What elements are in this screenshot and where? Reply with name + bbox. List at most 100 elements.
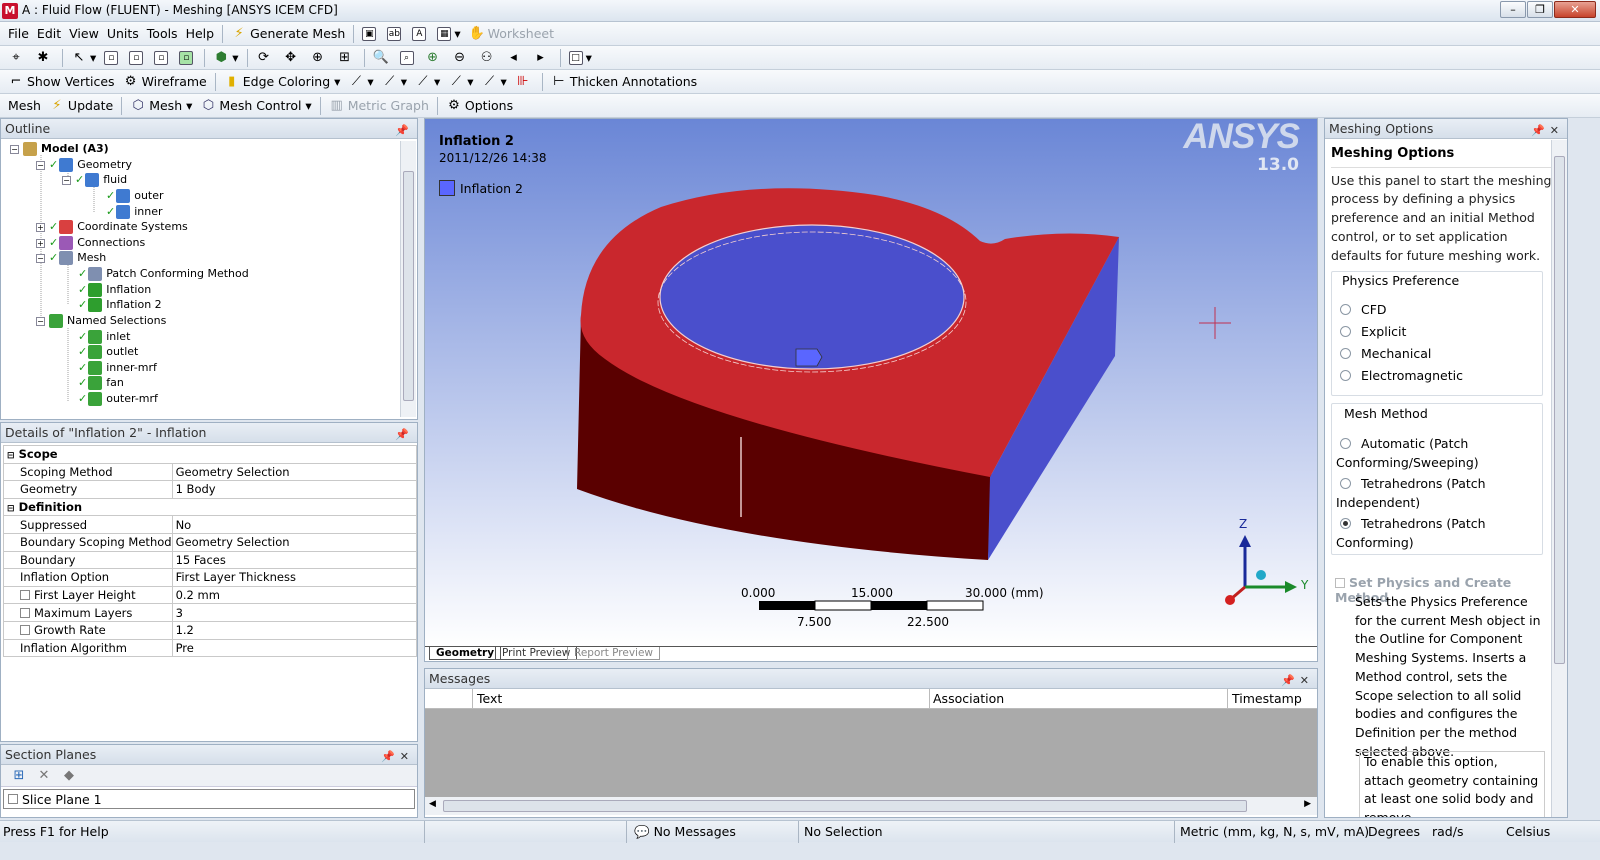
row-value[interactable]: 0.2 mm [171,585,418,605]
row-value[interactable]: Pre [171,638,418,658]
edit-section-icon[interactable]: ◆ [61,768,77,784]
column-text[interactable]: Text [477,691,502,706]
slice-plane-item[interactable]: Slice Plane 1 [3,789,415,809]
screenshot-button[interactable]: ▣ [358,24,383,44]
tree-node-inflation[interactable]: ✓ Inflation [78,282,151,298]
close-icon[interactable]: ✕ [400,747,409,767]
tree-node-patch-conforming[interactable]: ✓ Patch Conforming Method [78,266,249,282]
pointer-button[interactable]: ↖ ▾ [67,48,100,68]
edge-option-2-button[interactable]: ⟋ ▾ [378,72,411,92]
app-icon[interactable]: M [2,3,18,19]
tab-report-preview[interactable]: Report Preview [567,647,661,660]
radio-icon[interactable] [1340,304,1351,315]
options-button[interactable]: ⚙ Options [442,96,517,116]
edge-coloring-button[interactable]: ▮ Edge Coloring ▾ [220,72,345,92]
radio-icon[interactable] [1340,438,1351,449]
tab-geometry[interactable]: Geometry [429,647,502,660]
collapse-icon[interactable]: − [36,253,45,263]
tree-node-fan[interactable]: ✓ fan [78,375,124,391]
status-messages[interactable]: 💬 No Messages [634,824,736,840]
menu-edit[interactable]: Edit [33,24,65,44]
maximize-button[interactable]: ❐ [1527,1,1553,18]
zoom-extents-button[interactable]: ⌕ [396,48,421,68]
menu-view[interactable]: View [65,24,103,44]
tree-node-fluid[interactable]: − ✓ fluid [62,172,127,188]
select-edge-button[interactable]: ▫ [125,48,150,68]
physics-electromagnetic-option[interactable]: Electromagnetic [1340,368,1463,383]
pin-icon[interactable]: 📌 [395,425,409,445]
select-point-button[interactable]: ⌖ [4,48,31,68]
close-icon[interactable]: ✕ [1300,671,1309,691]
scroll-right-icon[interactable]: ▶ [1304,799,1311,809]
scroll-thumb[interactable] [403,171,414,401]
radio-selected-icon[interactable] [1340,518,1351,529]
pin-icon[interactable]: 📌 [381,747,395,767]
details-row[interactable]: Inflation Algorithm Pre [3,638,418,658]
column-timestamp[interactable]: Timestamp [1232,691,1302,706]
abc-button[interactable]: ab [383,24,408,44]
pin-icon[interactable]: 📌 [1531,121,1545,141]
method-tetra-conforming-option[interactable]: Tetrahedrons (Patch Conforming) [1336,514,1536,552]
details-section-scope[interactable]: ⊟ Scope [3,445,417,464]
details-row[interactable]: Scoping Method Geometry Selection [3,462,418,482]
annotation-button[interactable]: A [408,24,433,44]
close-button[interactable]: ✕ [1554,1,1596,18]
wireframe-button[interactable]: ⚙ Wireframe [119,72,211,92]
worksheet-button[interactable]: ✋ Worksheet [465,24,558,44]
zoom-button[interactable]: ⊕ [306,48,333,68]
mesh-menu-button[interactable]: ⬡ Mesh ▾ [126,96,196,116]
update-button[interactable]: ⚡ Update [45,96,117,116]
viewport-button[interactable]: □ ▾ [565,48,596,68]
physics-mechanical-option[interactable]: Mechanical [1340,346,1431,361]
status-rads[interactable]: rad/s [1432,824,1463,839]
tree-node-inflation-2[interactable]: ✓ Inflation 2 [78,297,162,313]
details-row[interactable]: Inflation Option First Layer Thickness [3,568,418,587]
details-row[interactable]: Boundary 15 Faces [3,550,418,570]
previous-view-button[interactable]: ◂ [502,48,529,68]
parameter-checkbox[interactable] [20,625,30,636]
pin-icon[interactable]: 📌 [395,121,409,141]
geometry-canvas[interactable] [425,119,1318,647]
magnifier-button[interactable]: ⚇ [475,48,502,68]
select-extend-button[interactable]: ✱ [31,48,58,68]
edge-option-3-button[interactable]: ⟋ ▾ [411,72,444,92]
menu-help[interactable]: Help [182,24,219,44]
set-physics-checkbox[interactable] [1335,578,1345,588]
details-row[interactable]: First Layer Height 0.2 mm [3,585,418,605]
meshing-options-scrollbar[interactable] [1551,140,1567,817]
tree-node-connections[interactable]: + ✓ Connections [36,235,145,251]
edge-option-1-button[interactable]: ⟋ ▾ [344,72,377,92]
pan-button[interactable]: ✥ [279,48,306,68]
tree-node-named-selections[interactable]: − Named Selections [36,313,166,329]
edge-option-5-button[interactable]: ⟋ ▾ [478,72,511,92]
physics-explicit-option[interactable]: Explicit [1340,324,1406,339]
menu-file[interactable]: File [4,24,33,44]
metric-graph-button[interactable]: ▥ Metric Graph [325,96,433,116]
edge-option-4-button[interactable]: ⟋ ▾ [444,72,477,92]
outline-scrollbar[interactable] [400,141,416,417]
next-view-button[interactable]: ▸ [529,48,556,68]
tree-node-inner-mrf[interactable]: ✓ inner-mrf [78,360,157,376]
radio-icon[interactable] [1340,326,1351,337]
expand-icon[interactable]: + [36,222,45,232]
tree-node-coordinate-systems[interactable]: + ✓ Coordinate Systems [36,219,188,235]
status-temp[interactable]: Celsius [1506,824,1550,839]
zoom-fit-button[interactable]: 🔍 [369,48,396,68]
tree-node-model[interactable]: − Model (A3) [10,141,109,157]
row-value[interactable]: Geometry Selection [171,462,418,482]
radio-icon[interactable] [1340,348,1351,359]
zoom-box-button[interactable]: ⊞ [333,48,360,68]
details-row[interactable]: Maximum Layers 3 [3,603,418,622]
mesh-control-button[interactable]: ⬡ Mesh Control ▾ [196,96,315,116]
menu-units[interactable]: Units [103,24,143,44]
row-value[interactable]: No [171,515,418,534]
graphics-viewport[interactable]: Inflation 2 2011/12/26 14:38 Inflation 2… [424,118,1318,662]
select-vertex-button[interactable]: ▫ [100,48,125,68]
select-body-button[interactable]: ▫ [175,48,200,68]
details-row[interactable]: Growth Rate 1.2 [3,620,418,640]
status-degrees[interactable]: Degrees [1368,824,1420,839]
scroll-thumb[interactable] [443,800,1247,812]
show-vertices-button[interactable]: ⌐ Show Vertices [4,72,119,92]
tab-print-preview[interactable]: Print Preview [495,647,578,660]
method-tetra-independent-option[interactable]: Tetrahedrons (Patch Independent) [1336,474,1536,512]
